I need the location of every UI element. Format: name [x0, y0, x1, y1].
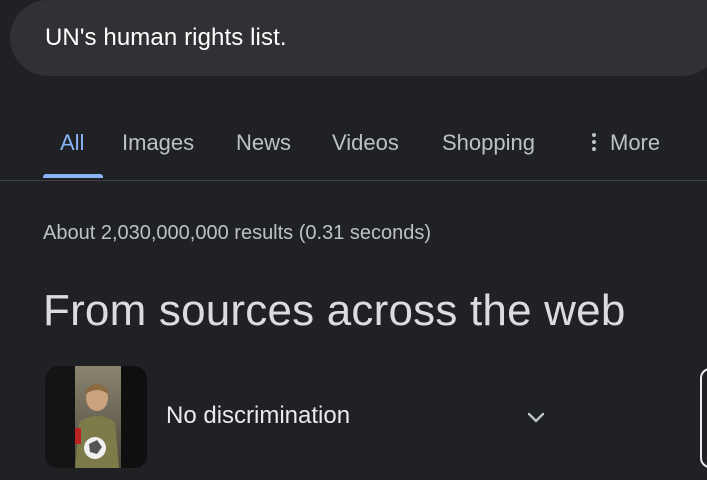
accordion-item-title: No discrimination	[166, 402, 351, 429]
chevron-down-icon[interactable]	[525, 406, 547, 428]
tab-images[interactable]: Images	[122, 130, 194, 156]
result-stats: About 2,030,000,000 results (0.31 second…	[43, 222, 432, 244]
active-tab-indicator	[43, 174, 103, 178]
search-box[interactable]: UN's human rights list.	[10, 0, 707, 76]
tabs-divider	[0, 180, 707, 181]
section-heading: From sources across the web	[43, 286, 626, 335]
result-thumbnail	[45, 366, 147, 468]
thumbnail-image	[45, 366, 147, 468]
search-tabs: All Images News Videos Shopping More	[0, 120, 707, 180]
tab-all[interactable]: All	[60, 130, 84, 156]
tab-more[interactable]: More	[592, 130, 660, 156]
partial-card-edge	[700, 368, 707, 468]
tab-more-label: More	[610, 130, 661, 155]
vertical-dots-icon	[592, 130, 596, 154]
tab-news[interactable]: News	[236, 130, 291, 156]
search-query-text[interactable]: UN's human rights list.	[45, 24, 287, 52]
tab-shopping[interactable]: Shopping	[442, 130, 535, 156]
accordion-item-no-discrimination[interactable]: No discrimination	[43, 366, 563, 470]
tab-videos[interactable]: Videos	[332, 130, 399, 156]
